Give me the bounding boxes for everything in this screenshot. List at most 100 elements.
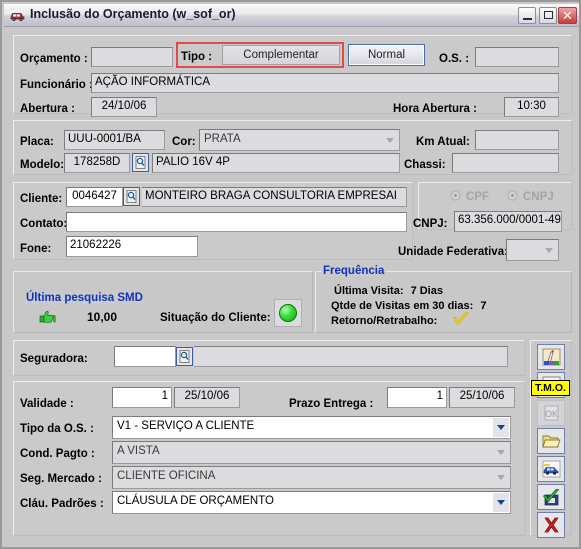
clau-padroes-value: CLÁUSULA DE ORÇAMENTO [117,495,274,507]
cancel-icon [543,517,559,533]
cnpj-radio[interactable] [507,190,518,201]
search-lookup-icon [135,156,146,169]
seg-mercado-label: Seg. Mercado : [20,473,102,485]
abertura-label: Abertura : [20,103,75,115]
title-bar: Inclusão do Orçamento (w_sof_or) ✕ [4,4,579,27]
ultima-visita-label: Última Visita: [334,285,404,297]
orcamento-label: Orçamento : [20,53,88,65]
svg-text:OK: OK [544,409,557,419]
open-folder-icon [541,435,561,448]
paint-tools-button[interactable] [537,344,565,370]
clau-padroes-label: Cláu. Padrões : [20,498,104,510]
situacao-cliente-label: Situação do Cliente: [160,312,271,324]
os-input[interactable] [475,47,559,67]
cor-select[interactable]: PRATA [199,129,400,151]
cor-label: Cor: [172,136,196,148]
funcionario-label: Funcionário : [20,79,93,91]
cancel-button[interactable] [537,512,565,538]
modelo-desc-input[interactable]: PALIO 16V 4P [152,153,400,173]
cpf-radio[interactable] [450,190,461,201]
tipo-os-select[interactable]: V1 - SERVIÇO A CLIENTE [112,416,511,439]
car-icon [9,9,26,21]
validade-days-input[interactable]: 1 [112,387,172,408]
seguradora-lookup-button[interactable] [176,347,193,366]
abertura-date-input[interactable]: 24/10/06 [91,97,157,117]
hora-abertura-label: Hora Abertura : [393,103,477,115]
cliente-code-input[interactable]: 0046427 [66,187,123,207]
close-button[interactable]: ✕ [558,7,577,24]
ultima-visita-value: 7 Dias [410,285,443,297]
cond-pagto-value: A VISTA [117,445,160,457]
prazo-entrega-label: Prazo Entrega : [289,398,374,410]
save-confirm-button[interactable] [537,484,565,510]
uf-select[interactable] [506,239,559,261]
chevron-down-icon[interactable] [382,131,398,149]
os-label: O.S. : [439,53,470,65]
tipo-label: Tipo : [181,51,213,63]
chevron-down-icon[interactable] [493,468,509,487]
smd-value: 10,00 [87,310,118,324]
validade-date-input[interactable]: 25/10/06 [174,387,240,408]
km-atual-label: Km Atual: [416,136,470,148]
placa-input[interactable]: UUU-0001/BA [64,130,165,150]
save-confirm-icon [542,489,559,506]
clau-padroes-select[interactable]: CLÁUSULA DE ORÇAMENTO [112,491,511,514]
chevron-down-icon[interactable] [493,493,509,512]
cond-pagto-select[interactable]: A VISTA [112,441,511,464]
yellow-check-icon [452,311,470,333]
hora-abertura-input[interactable]: 10:30 [504,97,559,117]
seg-mercado-value: CLIENTE OFICINA [117,470,216,482]
retorno-row: Retorno/Retrabalho: [331,315,437,327]
ultima-visita-row: Última Visita: 7 Dias [334,285,443,297]
smd-title: Última pesquisa SMD [24,292,145,304]
uf-label: Unidade Federativa: [398,246,508,258]
check-ok-button: OK [537,400,565,426]
chevron-down-icon[interactable] [493,443,509,462]
cor-value: PRATA [204,133,241,145]
modelo-label: Modelo: [20,159,65,171]
placa-label: Placa: [20,136,54,148]
qtde-visitas-value: 7 [480,300,487,312]
vehicle-icon [542,460,560,478]
green-light-icon [279,304,297,322]
fone-label: Fone: [20,243,52,255]
thumbs-up-icon [38,310,56,326]
modelo-lookup-button[interactable] [132,153,149,172]
check-ok-icon: OK [544,405,558,421]
search-lookup-icon [126,190,137,203]
contato-label: Contato: [20,218,68,230]
cliente-lookup-button[interactable] [123,187,140,206]
cnpj-label: CNPJ: [413,218,448,230]
modelo-code-input[interactable]: 178258D [64,153,130,173]
prazo-days-input[interactable]: 1 [387,387,447,408]
retorno-label: Retorno/Retrabalho: [331,315,438,327]
seguradora-name-input[interactable] [194,346,508,367]
tmo-tooltip: T.M.O. [531,380,570,396]
tipo-complementar-button[interactable]: Complementar [222,45,340,65]
funcionario-input[interactable]: AÇÃO INFORMÁTICA [91,73,559,93]
cond-pagto-label: Cond. Pagto : [20,448,95,460]
validade-label: Validade : [20,398,74,410]
contato-input[interactable] [66,212,407,232]
search-lookup-icon [179,350,190,363]
cnpj-radio-label: CNPJ [523,191,554,203]
chassi-label: Chassi: [404,159,446,171]
window-title: Inclusão do Orçamento (w_sof_or) [30,7,236,21]
minimize-button[interactable] [518,7,536,24]
chassi-input[interactable] [452,153,559,173]
cnpj-input[interactable]: 63.356.000/0001-49 [454,211,562,232]
chevron-down-icon[interactable] [541,241,557,259]
maximize-button[interactable] [539,7,557,24]
open-folder-button[interactable] [537,428,565,454]
seguradora-code-input[interactable] [114,346,176,367]
orcamento-input[interactable] [91,47,173,67]
prazo-date-input[interactable]: 25/10/06 [449,387,515,408]
paint-tools-icon [542,348,560,366]
km-atual-input[interactable] [475,130,559,150]
seg-mercado-select[interactable]: CLIENTE OFICINA [112,466,511,489]
chevron-down-icon[interactable] [493,418,509,437]
tipo-normal-button[interactable]: Normal [348,44,425,66]
cliente-name-input[interactable]: MONTEIRO BRAGA CONSULTORIA EMPRESAI [142,187,407,207]
fone-input[interactable]: 21062226 [66,236,198,257]
vehicle-button[interactable] [537,456,565,482]
